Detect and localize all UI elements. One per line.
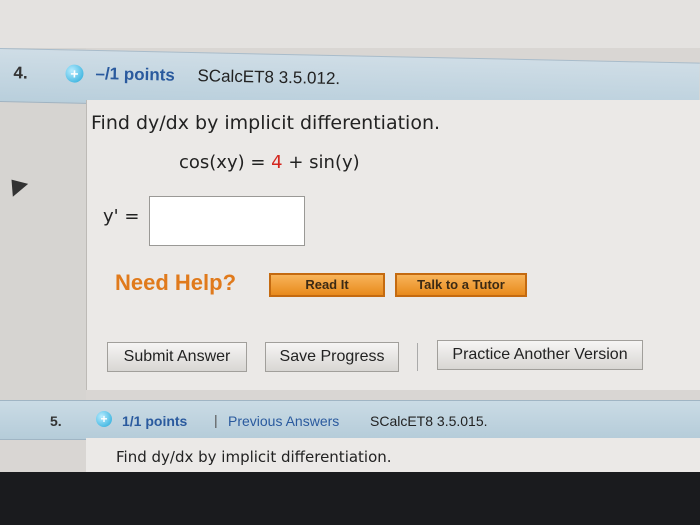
button-divider [417,343,418,371]
answer-label: y' = [103,206,140,227]
question-prompt: Find dy/dx by implicit differentiation. [116,448,392,466]
top-background [0,0,700,48]
answer-input[interactable] [149,196,305,246]
submit-answer-button[interactable]: Submit Answer [107,342,247,372]
monitor-bezel [0,472,700,525]
practice-another-version-button[interactable]: Practice Another Version [437,340,643,370]
need-help-label: Need Help? [115,270,237,295]
read-it-button[interactable]: Read It [269,273,385,297]
question-5-header: 5. + 1/1 points | Previous Answers SCalc… [0,400,700,440]
equation-constant: 4 [271,152,283,173]
talk-to-tutor-button[interactable]: Talk to a Tutor [395,273,527,297]
problem-reference: SCalcET8 3.5.015. [370,413,488,429]
points-label: –/1 points [95,64,176,85]
question-number: 4. [13,63,28,83]
problem-reference: SCalcET8 3.5.012. [197,66,341,89]
equation-left: cos(xy) = [179,152,272,173]
equation-right: + sin(y) [282,152,360,173]
question-prompt: Find dy/dx by implicit differentiation. [91,112,441,134]
plus-circle-icon[interactable]: + [65,64,84,83]
question-number: 5. [50,413,62,429]
save-progress-button[interactable]: Save Progress [265,342,399,372]
separator: | [214,412,218,428]
plus-circle-icon[interactable]: + [96,411,112,427]
question-5-body: Find dy/dx by implicit differentiation. [86,438,700,472]
previous-answers-link[interactable]: Previous Answers [228,413,339,429]
points-label: 1/1 points [122,413,188,429]
equation: cos(xy) = 4 + sin(y) [179,152,360,173]
question-4-body: Find dy/dx by implicit differentiation. … [86,100,700,390]
